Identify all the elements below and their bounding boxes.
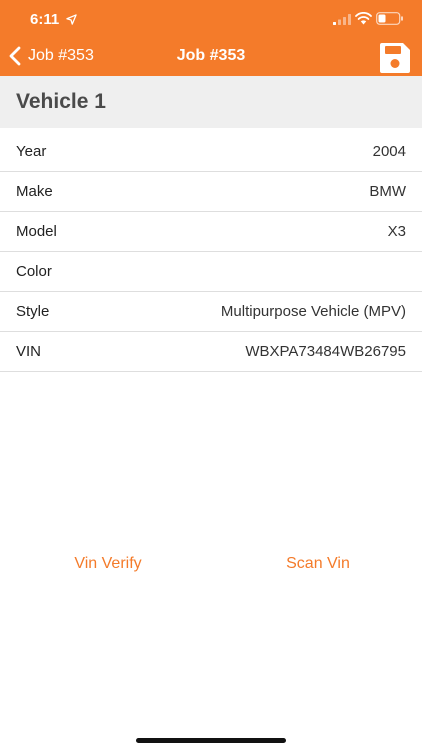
section-title: Vehicle 1 [16,90,106,113]
field-list: Year 2004 Make BMW Model X3 Color Style … [0,132,422,372]
header: 6:11 Job #353 Job #353 [0,0,422,76]
screen: 6:11 Job #353 Job #353 Vehicle 1 Year 20… [0,0,422,750]
section-header: Vehicle 1 [0,76,422,128]
battery-icon [376,12,403,25]
scan-vin-button[interactable]: Scan Vin [262,550,374,578]
location-arrow-icon [66,14,77,25]
field-label: Color [16,263,52,280]
vin-verify-button[interactable]: Vin Verify [50,550,166,578]
field-label: Style [16,303,50,320]
cellular-signal-icon [333,14,351,25]
field-label: Model [16,223,57,240]
back-label: Job #353 [28,47,94,64]
wifi-icon [355,12,372,25]
field-row-style[interactable]: Style Multipurpose Vehicle (MPV) [0,292,422,332]
field-value: X3 [387,223,406,240]
field-value: WBXPA73484WB26795 [245,343,406,360]
field-label: Make [16,183,53,200]
field-label: VIN [16,343,42,360]
field-value: BMW [369,183,406,200]
field-row-make[interactable]: Make BMW [0,172,422,212]
nav-bar: Job #353 Job #353 [0,36,422,76]
field-row-model[interactable]: Model X3 [0,212,422,252]
chevron-left-icon [9,46,21,66]
floppy-disk-icon [380,43,410,73]
field-label: Year [16,143,47,160]
status-bar: 6:11 [0,0,422,36]
field-row-color[interactable]: Color [0,252,422,292]
field-row-vin[interactable]: VIN WBXPA73484WB26795 [0,332,422,372]
field-row-year[interactable]: Year 2004 [0,132,422,172]
save-button[interactable] [379,42,411,74]
status-time: 6:11 [30,11,60,28]
field-value: Multipurpose Vehicle (MPV) [220,303,406,320]
home-indicator [136,738,286,743]
back-button[interactable]: Job #353 [8,36,94,76]
field-value: 2004 [372,143,406,160]
